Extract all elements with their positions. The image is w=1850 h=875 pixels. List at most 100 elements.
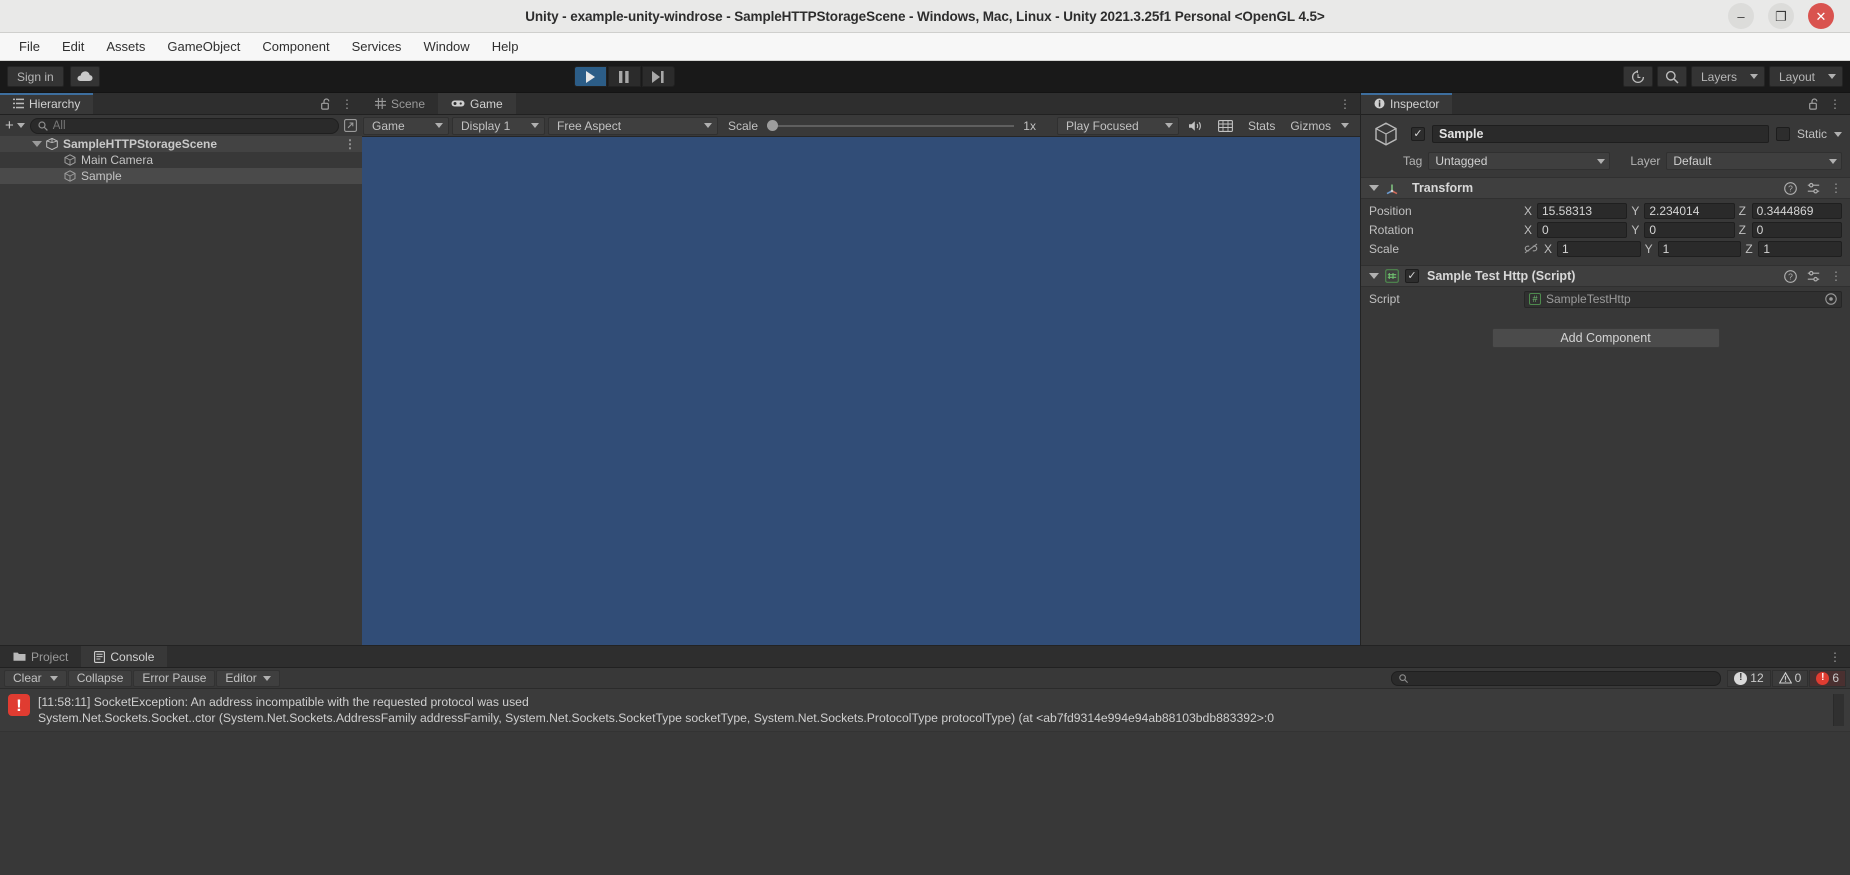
chevron-down-icon[interactable] xyxy=(32,141,42,147)
scale-slider-knob[interactable] xyxy=(767,120,779,131)
layer-dropdown[interactable]: Default xyxy=(1666,152,1842,170)
play-button[interactable] xyxy=(573,66,607,87)
help-icon[interactable]: ? xyxy=(1784,181,1797,195)
sign-in-button[interactable]: Sign in xyxy=(7,66,64,87)
scale-x-input[interactable]: 1 xyxy=(1557,240,1641,257)
aspect-dropdown[interactable]: Free Aspect xyxy=(548,116,718,135)
rotation-y-input[interactable]: 0 xyxy=(1644,221,1735,238)
script-object-field[interactable]: # SampleTestHttp xyxy=(1524,290,1842,308)
scale-z-input[interactable]: 1 xyxy=(1758,240,1843,257)
minimize-icon[interactable]: – xyxy=(1728,3,1754,29)
gizmos-toggle[interactable]: Gizmos xyxy=(1283,117,1338,135)
position-z-input[interactable]: 0.3444869 xyxy=(1751,202,1842,219)
stats-toggle[interactable]: Stats xyxy=(1241,117,1282,135)
close-icon[interactable]: ✕ xyxy=(1808,3,1834,29)
menu-file[interactable]: File xyxy=(8,35,51,58)
game-tab-label: Game xyxy=(470,96,503,111)
warning-counter[interactable]: 0 xyxy=(1771,669,1809,687)
axis-x-label: X xyxy=(1524,222,1533,237)
chevron-down-icon xyxy=(1827,74,1836,79)
search-icon[interactable] xyxy=(1656,66,1687,87)
kebab-menu-icon[interactable]: ⋮ xyxy=(1339,97,1351,111)
chevron-down-icon[interactable] xyxy=(1369,273,1379,279)
kebab-menu-icon[interactable]: ⋮ xyxy=(1830,269,1842,283)
editor-dropdown[interactable]: Editor xyxy=(216,669,280,687)
tab-console[interactable]: Console xyxy=(81,646,168,667)
menu-assets[interactable]: Assets xyxy=(95,35,156,58)
play-mode-dropdown[interactable]: Play Focused xyxy=(1056,116,1179,135)
stats-grid-icon[interactable] xyxy=(1211,117,1240,135)
game-target-dropdown[interactable]: Game xyxy=(363,116,449,135)
step-button[interactable] xyxy=(641,66,675,87)
hierarchy-row-main-camera[interactable]: Main Camera xyxy=(0,152,362,168)
chevron-down-icon[interactable] xyxy=(49,675,58,681)
error-pause-toggle[interactable]: Error Pause xyxy=(133,669,216,687)
maximize-icon[interactable]: ❐ xyxy=(1768,3,1794,29)
lock-open-icon[interactable] xyxy=(1809,97,1820,110)
tag-dropdown[interactable]: Untagged xyxy=(1428,152,1611,170)
console-message-list[interactable]: ! [11:58:11] SocketException: An address… xyxy=(0,689,1850,875)
rotation-x-input[interactable]: 0 xyxy=(1537,221,1628,238)
tab-game[interactable]: Game xyxy=(438,93,516,114)
kebab-menu-icon[interactable]: ⋮ xyxy=(1829,650,1841,664)
scale-y-input[interactable]: 1 xyxy=(1657,240,1742,257)
menu-help[interactable]: Help xyxy=(481,35,530,58)
object-name-input[interactable]: Sample xyxy=(1432,125,1769,143)
menu-component[interactable]: Component xyxy=(251,35,340,58)
console-search-input[interactable] xyxy=(1391,670,1722,686)
collapse-toggle[interactable]: Collapse xyxy=(67,669,133,687)
menu-window[interactable]: Window xyxy=(412,35,480,58)
tab-scene[interactable]: Scene xyxy=(362,93,438,114)
layout-dropdown[interactable]: Layout xyxy=(1768,66,1843,87)
info-counter[interactable]: ! 12 xyxy=(1727,669,1771,687)
kebab-menu-icon[interactable]: ⋮ xyxy=(341,97,353,111)
undo-history-icon[interactable] xyxy=(1622,66,1653,87)
axis-z-label: Z xyxy=(1738,222,1746,237)
pause-button[interactable] xyxy=(607,66,641,87)
gizmos-dropdown[interactable] xyxy=(1339,117,1356,135)
kebab-menu-icon[interactable]: ⋮ xyxy=(1830,181,1842,195)
script-component-header[interactable]: ✓ Sample Test Http (Script) ? ⋮ xyxy=(1361,265,1850,287)
console-scrollbar[interactable] xyxy=(1833,694,1844,727)
preset-icon[interactable] xyxy=(1807,182,1820,195)
cloud-icon[interactable] xyxy=(69,66,100,87)
create-object-button[interactable]: + xyxy=(5,117,25,134)
hierarchy-row-scene[interactable]: SampleHTTPStorageScene ⋮ xyxy=(0,136,362,152)
hierarchy-search-input[interactable]: All xyxy=(29,117,339,134)
chevron-down-icon[interactable] xyxy=(1369,185,1379,191)
error-counter[interactable]: ! 6 xyxy=(1809,669,1846,687)
hierarchy-expand-icon[interactable] xyxy=(344,119,357,132)
menu-edit[interactable]: Edit xyxy=(51,35,95,58)
menu-services[interactable]: Services xyxy=(341,35,413,58)
clear-button[interactable]: Clear xyxy=(4,669,67,687)
lock-open-icon[interactable] xyxy=(321,97,332,110)
game-viewport[interactable] xyxy=(362,137,1360,645)
add-component-button[interactable]: Add Component xyxy=(1491,328,1720,348)
link-broken-icon[interactable] xyxy=(1524,243,1538,254)
preset-icon[interactable] xyxy=(1807,270,1820,283)
rotation-z-input[interactable]: 0 xyxy=(1751,221,1842,238)
position-x-input[interactable]: 15.58313 xyxy=(1537,202,1628,219)
audio-icon[interactable] xyxy=(1181,117,1210,135)
display-dropdown[interactable]: Display 1 xyxy=(452,116,545,135)
kebab-menu-icon[interactable]: ⋮ xyxy=(1829,97,1841,111)
static-dropdown-icon[interactable] xyxy=(1834,131,1842,137)
transform-component-header[interactable]: Transform ? ⋮ xyxy=(1361,177,1850,199)
scale-slider[interactable] xyxy=(767,120,1015,131)
object-enabled-checkbox[interactable]: ✓ xyxy=(1411,127,1425,141)
tab-project[interactable]: Project xyxy=(0,646,81,667)
rotation-label: Rotation xyxy=(1369,222,1414,237)
kebab-menu-icon[interactable]: ⋮ xyxy=(344,137,356,151)
hierarchy-row-sample[interactable]: Sample xyxy=(0,168,362,184)
menu-gameobject[interactable]: GameObject xyxy=(156,35,251,58)
scale-slider-track[interactable] xyxy=(767,120,1015,131)
help-icon[interactable]: ? xyxy=(1784,269,1797,283)
position-y-input[interactable]: 2.234014 xyxy=(1644,202,1735,219)
layers-dropdown[interactable]: Layers xyxy=(1690,66,1765,87)
tab-inspector[interactable]: Inspector xyxy=(1361,93,1453,114)
object-picker-icon[interactable] xyxy=(1825,293,1837,305)
script-enabled-checkbox[interactable]: ✓ xyxy=(1405,269,1419,283)
console-entry[interactable]: ! [11:58:11] SocketException: An address… xyxy=(0,689,1850,733)
tab-hierarchy[interactable]: Hierarchy xyxy=(0,93,94,114)
static-checkbox[interactable] xyxy=(1775,127,1790,141)
